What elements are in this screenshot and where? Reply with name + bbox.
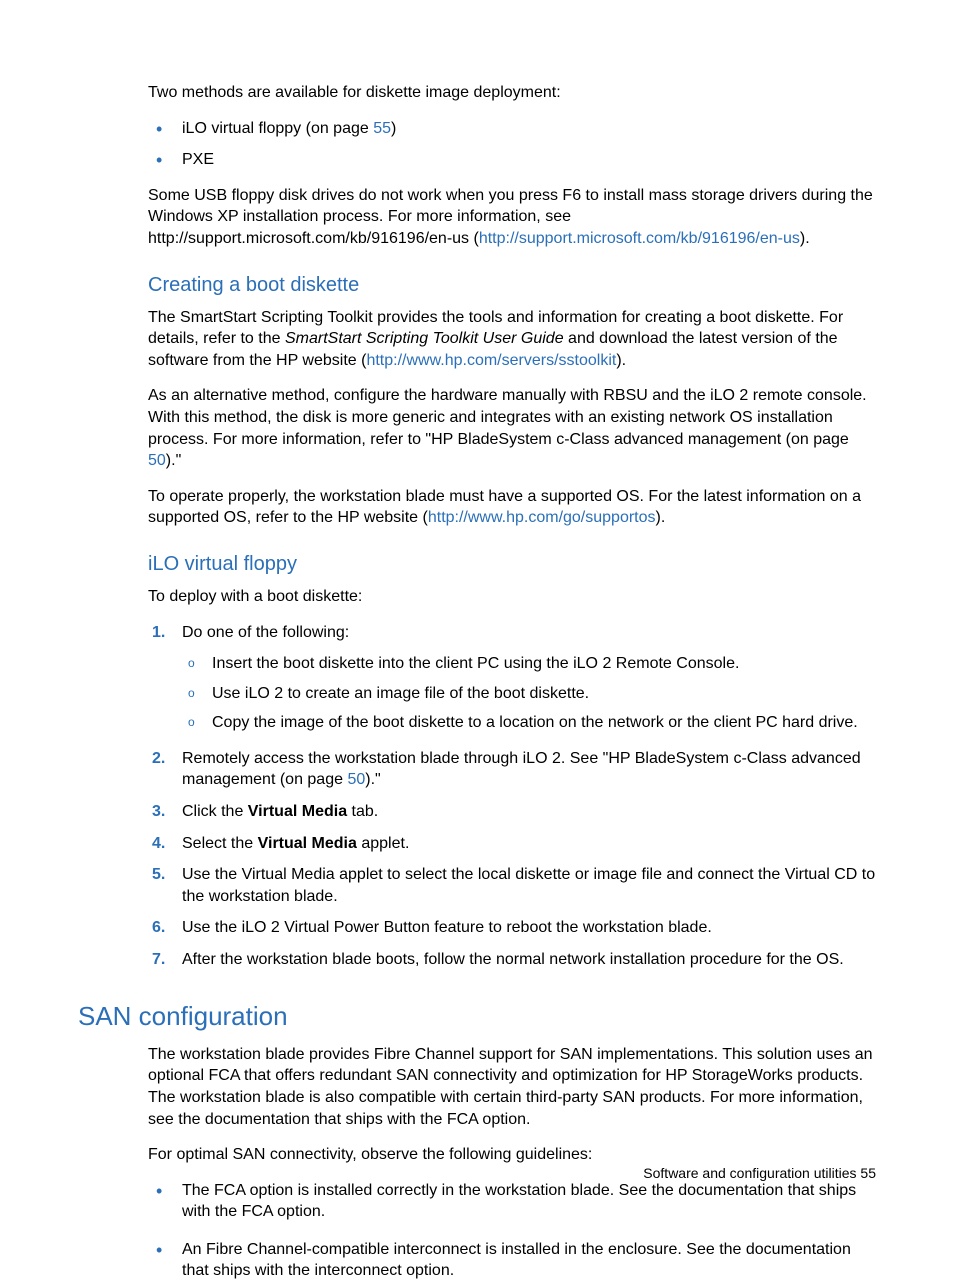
ui-label: Virtual Media (248, 803, 347, 820)
numbered-steps: Do one of the following: Insert the boot… (148, 622, 876, 971)
intro-paragraph: Two methods are available for diskette i… (148, 82, 876, 104)
body-paragraph: The SmartStart Scripting Toolkit provide… (148, 307, 876, 372)
list-item: Use the Virtual Media applet to select t… (148, 864, 876, 907)
body-paragraph: As an alternative method, configure the … (148, 385, 876, 471)
list-item: iLO virtual floppy (on page 55) (148, 118, 876, 140)
body-paragraph: The workstation blade provides Fibre Cha… (148, 1044, 876, 1130)
list-item: After the workstation blade boots, follo… (148, 949, 876, 971)
list-item: Copy the image of the boot diskette to a… (182, 712, 876, 734)
page-content: Two methods are available for diskette i… (0, 0, 954, 1282)
body-paragraph: To operate properly, the workstation bla… (148, 486, 876, 529)
text: ). (616, 352, 626, 369)
list-item: Insert the boot diskette into the client… (182, 653, 876, 675)
page-link[interactable]: 50 (347, 771, 365, 788)
list-item: An Fibre Channel-compatible interconnect… (148, 1239, 876, 1282)
heading-ilo-virtual-floppy: iLO virtual floppy (148, 551, 876, 578)
text: tab. (347, 803, 378, 820)
text: ). (800, 230, 810, 247)
text: applet. (357, 835, 409, 852)
page-footer: Software and configuration utilities 55 (643, 1164, 876, 1183)
intro-bullet-list: iLO virtual floppy (on page 55) PXE (148, 118, 876, 171)
external-link[interactable]: http://www.hp.com/go/supportos (428, 509, 656, 526)
list-item: Do one of the following: Insert the boot… (148, 622, 876, 734)
text: ) (391, 120, 396, 137)
body-paragraph: To deploy with a boot diskette: (148, 586, 876, 608)
list-item: Click the Virtual Media tab. (148, 801, 876, 823)
ui-label: Virtual Media (258, 835, 357, 852)
external-link[interactable]: http://support.microsoft.com/kb/916196/e… (479, 230, 800, 247)
list-item: Remotely access the workstation blade th… (148, 748, 876, 791)
usb-note-paragraph: Some USB floppy disk drives do not work … (148, 185, 876, 250)
text: )." (365, 771, 380, 788)
text: Remotely access the workstation blade th… (182, 750, 861, 789)
text: As an alternative method, configure the … (148, 387, 867, 447)
text: ). (656, 509, 666, 526)
page-link[interactable]: 55 (373, 120, 391, 137)
text: Click the (182, 803, 248, 820)
san-bullet-list: The FCA option is installed correctly in… (148, 1180, 876, 1282)
external-link[interactable]: http://www.hp.com/servers/sstoolkit (366, 352, 616, 369)
list-item: Select the Virtual Media applet. (148, 833, 876, 855)
list-item: The FCA option is installed correctly in… (148, 1180, 876, 1223)
list-item: PXE (148, 149, 876, 171)
page-link[interactable]: 50 (148, 452, 166, 469)
heading-san-configuration: SAN configuration (78, 999, 876, 1034)
list-item: Use the iLO 2 Virtual Power Button featu… (148, 917, 876, 939)
text: Do one of the following: (182, 624, 349, 641)
text: Select the (182, 835, 258, 852)
body-paragraph: For optimal SAN connectivity, observe th… (148, 1144, 876, 1166)
text: )." (166, 452, 181, 469)
sub-bullet-list: Insert the boot diskette into the client… (182, 653, 876, 734)
document-title: SmartStart Scripting Toolkit User Guide (285, 330, 564, 347)
heading-creating-boot-diskette: Creating a boot diskette (148, 272, 876, 299)
text: iLO virtual floppy (on page (182, 120, 373, 137)
list-item: Use iLO 2 to create an image file of the… (182, 683, 876, 705)
